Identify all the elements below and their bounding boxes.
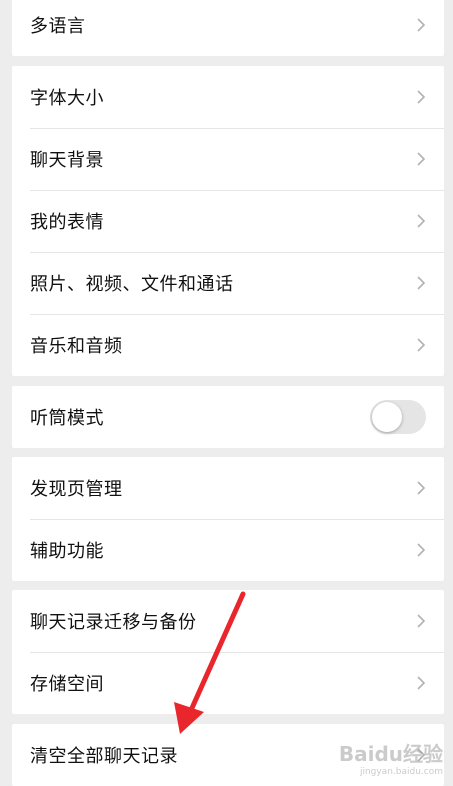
settings-group-earpiece: 听筒模式 bbox=[12, 386, 444, 448]
storage-space-row[interactable]: 存储空间 bbox=[12, 652, 444, 714]
chat-history-backup-label: 聊天记录迁移与备份 bbox=[30, 612, 197, 633]
chevron-right-icon bbox=[417, 543, 426, 557]
music-audio-row[interactable]: 音乐和音频 bbox=[12, 314, 444, 376]
chevron-right-icon bbox=[417, 18, 426, 32]
chevron-right-icon bbox=[417, 481, 426, 495]
watermark-brand: Baidu经验 bbox=[338, 742, 443, 766]
music-audio-label: 音乐和音频 bbox=[30, 336, 123, 357]
chat-background-row[interactable]: 聊天背景 bbox=[12, 128, 444, 190]
font-size-row[interactable]: 字体大小 bbox=[12, 66, 444, 128]
earpiece-mode-label: 听筒模式 bbox=[30, 408, 104, 429]
watermark-url: jingyan.baidu.com bbox=[359, 767, 443, 777]
settings-group-discover: 发现页管理 辅助功能 bbox=[12, 457, 444, 581]
font-size-label: 字体大小 bbox=[30, 88, 104, 109]
accessibility-row[interactable]: 辅助功能 bbox=[12, 519, 444, 581]
media-files-calls-label: 照片、视频、文件和通话 bbox=[30, 274, 234, 295]
chat-background-label: 聊天背景 bbox=[30, 150, 104, 171]
accessibility-label: 辅助功能 bbox=[30, 541, 104, 562]
my-stickers-row[interactable]: 我的表情 bbox=[12, 190, 444, 252]
chevron-right-icon bbox=[417, 90, 426, 104]
discover-management-row[interactable]: 发现页管理 bbox=[12, 457, 444, 519]
chat-history-backup-row[interactable]: 聊天记录迁移与备份 bbox=[12, 590, 444, 652]
clear-all-chat-history-label: 清空全部聊天记录 bbox=[30, 746, 178, 767]
chevron-right-icon bbox=[417, 152, 426, 166]
settings-group-storage: 聊天记录迁移与备份 存储空间 bbox=[12, 590, 444, 714]
settings-group-display: 字体大小 聊天背景 我的表情 照片、视频、文件和通话 音乐和音频 bbox=[12, 66, 444, 376]
toggle-knob bbox=[372, 402, 402, 432]
watermark: Baidu经验 jingyan.baidu.com bbox=[339, 738, 443, 777]
chevron-right-icon bbox=[417, 614, 426, 628]
discover-management-label: 发现页管理 bbox=[30, 479, 123, 500]
chevron-right-icon bbox=[417, 214, 426, 228]
chevron-right-icon bbox=[417, 338, 426, 352]
media-files-calls-row[interactable]: 照片、视频、文件和通话 bbox=[12, 252, 444, 314]
chevron-right-icon bbox=[417, 676, 426, 690]
storage-space-label: 存储空间 bbox=[30, 674, 104, 695]
settings-group-language: 多语言 bbox=[12, 0, 444, 56]
my-stickers-label: 我的表情 bbox=[30, 212, 104, 233]
earpiece-mode-row: 听筒模式 bbox=[12, 386, 444, 448]
language-label: 多语言 bbox=[30, 16, 86, 37]
chevron-right-icon bbox=[417, 276, 426, 290]
language-row[interactable]: 多语言 bbox=[12, 0, 444, 56]
earpiece-mode-toggle[interactable] bbox=[370, 400, 426, 434]
